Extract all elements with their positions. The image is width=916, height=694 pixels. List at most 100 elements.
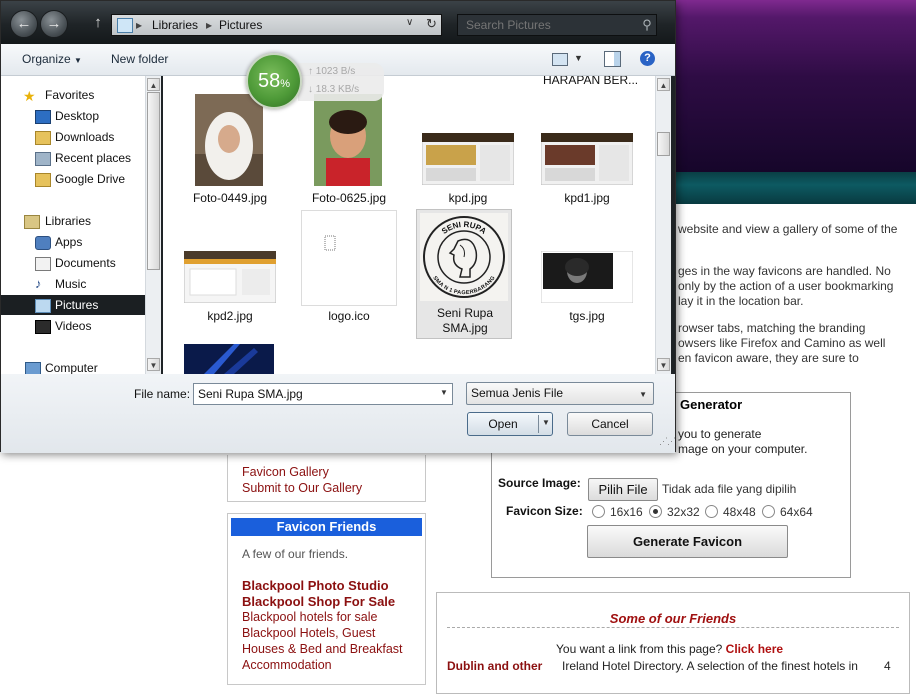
screenshot-thumbnail: [184, 251, 276, 303]
speed-rates-panel: ↑ 1023 B/s ↓ 18.3 KB/s: [298, 63, 384, 101]
radio-button[interactable]: [592, 505, 605, 518]
back-button[interactable]: ←: [10, 10, 38, 38]
help-icon[interactable]: ?: [640, 51, 655, 66]
file-item[interactable]: kpd2.jpg: [182, 204, 278, 334]
friend-link[interactable]: Blackpool Hotels, Guest: [242, 626, 375, 640]
nav-music[interactable]: ♪ Music: [1, 274, 145, 294]
breadcrumb-pictures[interactable]: Pictures: [219, 18, 262, 32]
scroll-thumb[interactable]: [657, 132, 670, 156]
resize-grip-icon[interactable]: ⋰⋰: [659, 436, 676, 447]
radio-button[interactable]: [705, 505, 718, 518]
organize-menu[interactable]: Organize ▼: [22, 52, 82, 66]
link-request-line: You want a link from this page? Click he…: [556, 642, 784, 656]
files-scrollbar[interactable]: ▲ ▼: [655, 76, 671, 374]
size-option-16[interactable]: 16x16: [592, 505, 643, 519]
choose-file-button[interactable]: Pilih File: [588, 478, 658, 501]
cancel-button[interactable]: Cancel: [567, 412, 653, 436]
scroll-thumb[interactable]: [147, 92, 160, 270]
breadcrumb-separator-icon: ▸: [136, 18, 143, 32]
radio-button[interactable]: [762, 505, 775, 518]
search-icon[interactable]: ⚲: [638, 17, 656, 33]
scroll-down-icon[interactable]: ▼: [147, 358, 160, 371]
friend-link[interactable]: Accommodation: [242, 658, 332, 672]
breadcrumb-libraries[interactable]: Libraries: [152, 18, 198, 32]
nav-videos[interactable]: Videos: [1, 316, 145, 336]
file-name-dropdown-icon[interactable]: ▼: [440, 388, 448, 397]
address-bar[interactable]: ▸ Libraries ▸ Pictures ∨ ↻: [111, 14, 442, 36]
nav-apps[interactable]: Apps: [1, 232, 145, 252]
favicon-size-label: Favicon Size:: [506, 504, 583, 518]
friend-link[interactable]: Blackpool Photo Studio: [242, 578, 389, 593]
nav-desktop[interactable]: Desktop: [1, 106, 145, 126]
preview-pane-icon[interactable]: [604, 51, 621, 67]
file-list-pane: HARAPAN BER... Foto-0449.jpg Foto-0625.j…: [163, 76, 655, 374]
generate-favicon-button[interactable]: Generate Favicon: [587, 525, 788, 558]
forward-arrow-icon: →: [46, 15, 62, 32]
file-name: kpd.jpg: [448, 191, 488, 205]
photo-thumbnail: [541, 251, 633, 303]
radio-button-selected[interactable]: [649, 505, 662, 518]
scroll-up-icon[interactable]: ▲: [657, 78, 670, 91]
friend-link[interactable]: Blackpool hotels for sale: [242, 610, 378, 624]
intro-text: lay it in the location bar.: [678, 294, 804, 308]
scroll-up-icon[interactable]: ▲: [147, 78, 160, 91]
open-options-dropdown-icon[interactable]: ▼: [542, 418, 550, 427]
ico-thumbnail: [301, 210, 397, 306]
google-drive-folder-icon: [35, 173, 51, 187]
change-view-icon[interactable]: [552, 53, 568, 66]
generator-description: you to generate: [678, 427, 762, 441]
nav-favorites[interactable]: ★ Favorites: [1, 85, 145, 105]
seni-rupa-logo-thumbnail: SENI RUPA SMA N 1 PAGERBARANG: [420, 213, 508, 301]
dialog-titlebar: ← → ↑ ▸ Libraries ▸ Pictures ∨ ↻ ⚲: [1, 1, 675, 44]
size-option-64[interactable]: 64x64: [762, 505, 813, 519]
nav-recent-places[interactable]: Recent places: [1, 148, 145, 168]
file-name-input[interactable]: [193, 383, 453, 405]
up-folder-button[interactable]: ↑: [90, 14, 106, 32]
open-button[interactable]: Open ▼: [467, 412, 553, 436]
network-speed-widget[interactable]: ↑ 1023 B/s ↓ 18.3 KB/s 58%: [246, 53, 386, 111]
favicon-gallery-link[interactable]: Favicon Gallery: [242, 465, 329, 479]
generator-title: Generator: [680, 397, 743, 412]
address-dropdown-icon[interactable]: ∨: [406, 17, 413, 28]
screenshot-thumbnail: [422, 133, 514, 185]
new-folder-button[interactable]: New folder: [111, 52, 168, 66]
file-item[interactable]: kpd.jpg: [420, 86, 516, 216]
dublin-link[interactable]: Dublin and other: [447, 659, 542, 673]
search-box[interactable]: ⚲: [457, 14, 657, 36]
rank-number: 4: [884, 659, 891, 673]
intro-text: owsers like Firefox and Camino as well: [678, 336, 886, 350]
file-name-label: File name:: [134, 387, 191, 401]
scroll-down-icon[interactable]: ▼: [657, 358, 670, 371]
partial-thumbnail[interactable]: [184, 344, 274, 374]
friend-link[interactable]: Houses & Bed and Breakfast: [242, 642, 403, 656]
nav-downloads[interactable]: Downloads: [1, 127, 145, 147]
nav-documents[interactable]: Documents: [1, 253, 145, 273]
size-option-32[interactable]: 32x32: [649, 505, 700, 519]
forward-button[interactable]: →: [40, 10, 68, 38]
nav-google-drive[interactable]: Google Drive: [1, 169, 145, 189]
nav-scrollbar[interactable]: ▲ ▼: [145, 76, 161, 374]
click-here-link[interactable]: Click here: [726, 642, 783, 656]
search-input[interactable]: [458, 15, 642, 35]
intro-text: ges in the way favicons are handled. No: [678, 264, 891, 278]
gallery-links-box: Favicon Gallery Submit to Our Gallery: [227, 455, 426, 502]
size-option-48[interactable]: 48x48: [705, 505, 756, 519]
file-type-select[interactable]: Semua Jenis File ▼: [466, 382, 654, 405]
generator-description: mage on your computer.: [678, 442, 808, 456]
file-item[interactable]: logo.ico: [301, 204, 397, 334]
friend-link[interactable]: Blackpool Shop For Sale: [242, 594, 395, 609]
music-icon: ♪: [35, 276, 42, 291]
screenshot-thumbnail: [541, 133, 633, 185]
submit-gallery-link[interactable]: Submit to Our Gallery: [242, 481, 362, 495]
nav-libraries[interactable]: Libraries: [1, 211, 145, 231]
site-nav-strip: [676, 172, 916, 204]
upload-rate: ↑ 1023 B/s: [308, 66, 356, 77]
file-item[interactable]: kpd1.jpg: [539, 86, 635, 216]
view-dropdown-icon[interactable]: ▼: [574, 53, 583, 63]
refresh-icon[interactable]: ↻: [426, 16, 437, 32]
nav-computer[interactable]: Computer: [1, 358, 145, 374]
download-arrow-icon: ↓: [308, 84, 313, 95]
file-item-selected[interactable]: SENI RUPA SMA N 1 PAGERBARANG Seni Rupa …: [416, 209, 512, 339]
nav-pictures[interactable]: Pictures: [1, 295, 145, 315]
file-item[interactable]: tgs.jpg: [539, 204, 635, 334]
